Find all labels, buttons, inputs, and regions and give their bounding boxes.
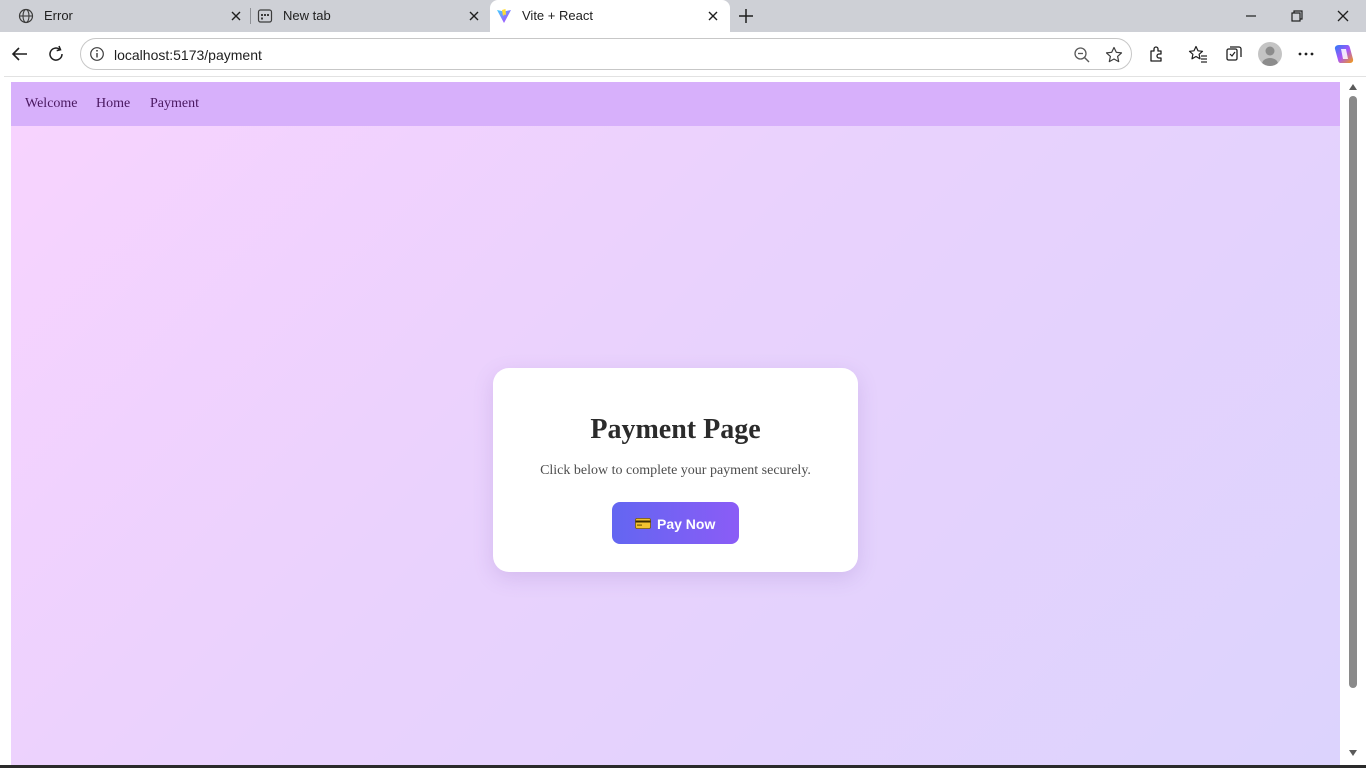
new-tab-plus-icon[interactable] bbox=[736, 6, 756, 26]
minimize-icon[interactable] bbox=[1243, 8, 1259, 24]
profile-person-icon bbox=[1262, 46, 1278, 66]
site-info-icon[interactable] bbox=[89, 46, 105, 62]
address-bar[interactable]: localhost:5173/payment bbox=[80, 38, 1132, 70]
scrollbar-thumb[interactable] bbox=[1349, 96, 1357, 688]
url-text[interactable]: localhost:5173/payment bbox=[114, 47, 262, 63]
close-tab-icon[interactable] bbox=[705, 8, 721, 24]
scroll-up-arrow-icon[interactable] bbox=[1349, 84, 1357, 90]
nav-link-payment[interactable]: Payment bbox=[150, 96, 199, 112]
payment-card: Payment Page Click below to complete you… bbox=[493, 368, 858, 572]
tab-error[interactable]: Error bbox=[0, 0, 250, 32]
collections-icon[interactable] bbox=[1224, 44, 1244, 64]
nav-link-welcome[interactable]: Welcome bbox=[25, 96, 78, 112]
close-tab-icon[interactable] bbox=[466, 8, 482, 24]
refresh-icon[interactable] bbox=[46, 44, 66, 64]
restore-icon[interactable] bbox=[1289, 8, 1305, 24]
tab-title: Vite + React bbox=[522, 8, 593, 23]
copilot-icon[interactable] bbox=[1332, 42, 1356, 66]
page-scrollbar[interactable] bbox=[1344, 80, 1362, 762]
credit-card-icon bbox=[635, 518, 651, 529]
globe-icon bbox=[18, 8, 34, 24]
close-window-icon[interactable] bbox=[1335, 8, 1351, 24]
tab-title: Error bbox=[44, 8, 73, 23]
page-title: Payment Page bbox=[590, 414, 761, 445]
back-arrow-icon[interactable] bbox=[10, 44, 30, 64]
extensions-icon[interactable] bbox=[1147, 44, 1167, 64]
top-navbar: Welcome Home Payment bbox=[11, 82, 1340, 126]
zoom-out-icon[interactable] bbox=[1073, 46, 1091, 64]
scroll-down-arrow-icon[interactable] bbox=[1349, 750, 1357, 756]
more-options-icon[interactable] bbox=[1296, 44, 1316, 64]
browser-viewport: Welcome Home Payment Payment Page Click … bbox=[4, 76, 1366, 768]
vite-logo-icon bbox=[497, 9, 511, 23]
browser-toolbar: localhost:5173/payment bbox=[0, 32, 1366, 76]
favorite-star-icon[interactable] bbox=[1104, 45, 1124, 65]
page-background: Welcome Home Payment Payment Page Click … bbox=[11, 82, 1340, 768]
tab-strip: Error New tab Vite + React bbox=[0, 0, 1366, 32]
tab-new-tab[interactable]: New tab bbox=[250, 0, 488, 32]
profile-avatar[interactable] bbox=[1258, 42, 1282, 66]
pay-now-button[interactable]: Pay Now bbox=[612, 502, 739, 544]
close-tab-icon[interactable] bbox=[228, 8, 244, 24]
new-tab-page-icon bbox=[257, 9, 273, 23]
nav-link-home[interactable]: Home bbox=[96, 96, 130, 112]
favorites-icon[interactable] bbox=[1188, 44, 1208, 64]
payment-description: Click below to complete your payment sec… bbox=[540, 463, 811, 478]
tab-title: New tab bbox=[283, 8, 331, 23]
pay-now-label: Pay Now bbox=[657, 516, 716, 532]
tab-vite-react[interactable]: Vite + React bbox=[490, 0, 730, 32]
